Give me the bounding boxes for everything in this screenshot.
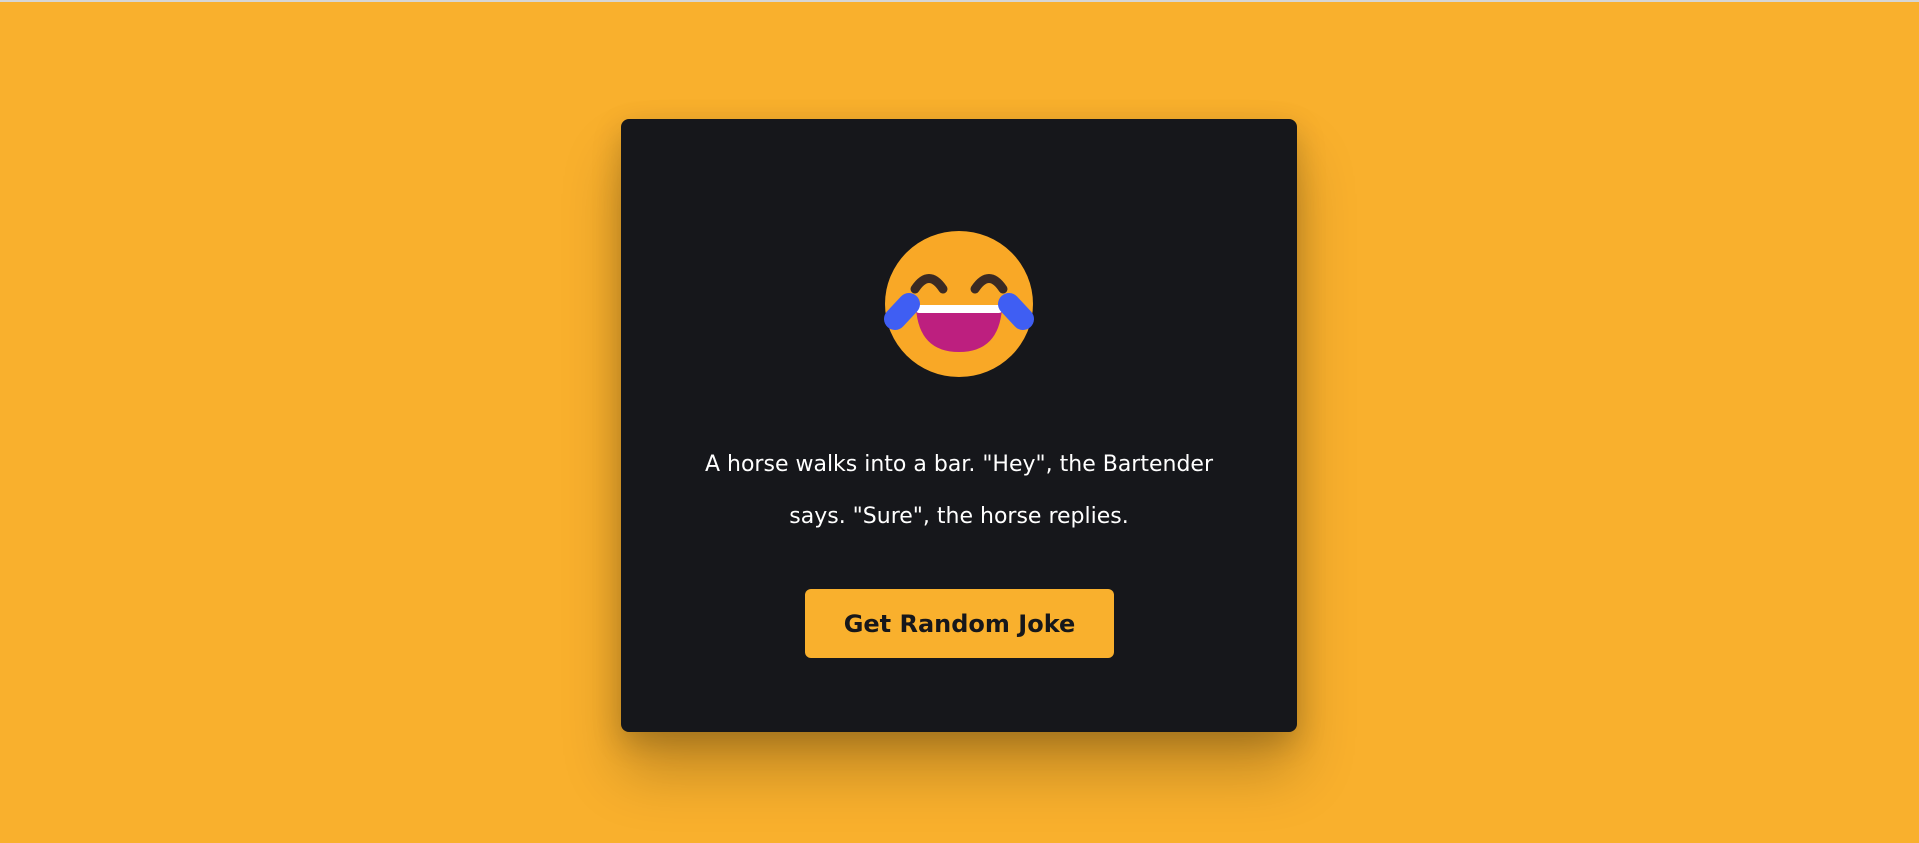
joke-card: A horse walks into a bar. "Hey", the Bar… [621,119,1297,732]
get-random-joke-button[interactable]: Get Random Joke [805,589,1114,658]
top-border-line [0,0,1919,2]
joke-text: A horse walks into a bar. "Hey", the Bar… [704,452,1214,529]
laughing-tears-emoji-icon [884,231,1034,377]
